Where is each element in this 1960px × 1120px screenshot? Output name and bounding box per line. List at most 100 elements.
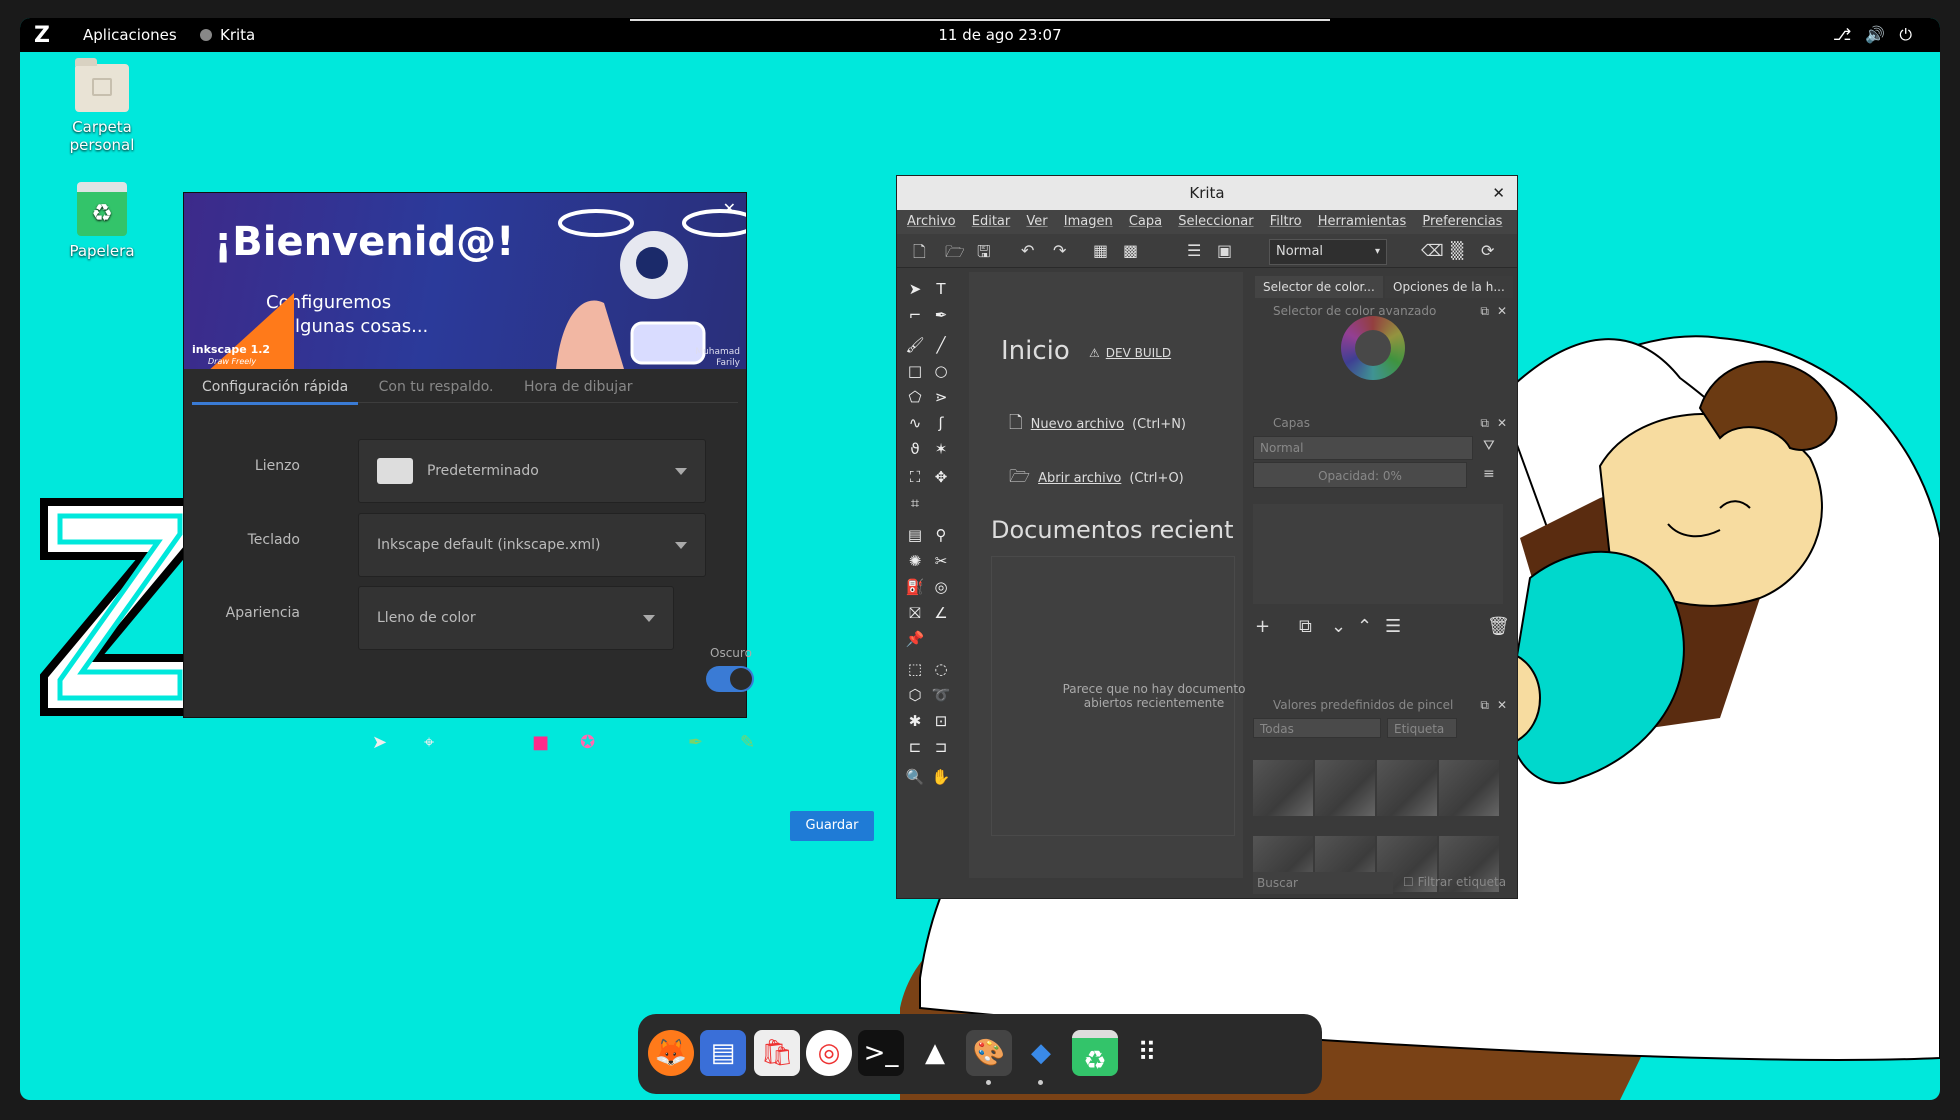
- duplicate-layer-icon[interactable]: ⧉: [1299, 616, 1312, 637]
- rect-select-icon[interactable]: ⬚: [905, 660, 925, 678]
- desktop-icon-home[interactable]: Carpeta personal: [42, 58, 162, 154]
- contiguous-select-icon[interactable]: ✱: [905, 712, 925, 730]
- firefox-icon[interactable]: 🦊: [648, 1030, 694, 1076]
- crop-tool-icon[interactable]: ⌗: [905, 494, 925, 512]
- volume-icon[interactable]: 🔊: [1865, 25, 1899, 44]
- color-wheel[interactable]: [1341, 316, 1405, 380]
- enclose-fill-icon[interactable]: ◎: [931, 578, 951, 596]
- menu-ver[interactable]: Ver: [1026, 214, 1047, 229]
- dev-build-link[interactable]: ⚠ DEV BUILD: [1089, 346, 1171, 360]
- eraser-icon[interactable]: ⌫: [1421, 241, 1444, 260]
- menu-seleccionar[interactable]: Seleccionar: [1178, 214, 1253, 229]
- close-icon[interactable]: ✕: [1492, 176, 1505, 210]
- move-tool-icon[interactable]: ✥: [931, 468, 951, 486]
- dock-controls[interactable]: ⧉✕: [1480, 696, 1515, 714]
- brush-preset[interactable]: [1439, 760, 1499, 816]
- network-icon[interactable]: ⎇: [1833, 25, 1865, 44]
- brush-filter-select[interactable]: Todas: [1253, 718, 1381, 738]
- measure-tool-icon[interactable]: ∠: [931, 604, 951, 622]
- pen-tool-icon[interactable]: ✒: [688, 732, 703, 753]
- filter-icon[interactable]: ⛛: [1483, 438, 1495, 454]
- canvas-select[interactable]: Predeterminado: [358, 439, 706, 503]
- opacity-slider[interactable]: Opacidad: 0%: [1253, 462, 1467, 488]
- move-up-icon[interactable]: ⌃: [1357, 616, 1372, 637]
- freehand-path-icon[interactable]: ʃ: [931, 414, 951, 432]
- menu-editar[interactable]: Editar: [972, 214, 1011, 229]
- polyline-tool-icon[interactable]: ⋗: [931, 388, 951, 406]
- layers-list[interactable]: [1253, 504, 1503, 604]
- reload-preset-icon[interactable]: ⟳: [1481, 241, 1494, 260]
- select-tool-icon[interactable]: ➤: [905, 280, 925, 298]
- brush-tag-select[interactable]: Etiqueta: [1387, 718, 1457, 738]
- open-folder-icon[interactable]: 🗁: [945, 241, 965, 268]
- layer-menu-icon[interactable]: ≡: [1483, 466, 1495, 482]
- ellipse-select-icon[interactable]: ◌: [931, 660, 951, 678]
- active-app-menu[interactable]: Krita: [200, 26, 255, 44]
- similar-select-icon[interactable]: ⊡: [931, 712, 951, 730]
- star-tool-icon[interactable]: ✪: [580, 732, 595, 753]
- redo-icon[interactable]: ↷: [1053, 241, 1066, 260]
- reference-tool-icon[interactable]: ⛝: [905, 604, 925, 622]
- select-tool-icon[interactable]: ➤: [372, 732, 387, 753]
- keyboard-select[interactable]: Inkscape default (inkscape.xml): [358, 513, 706, 577]
- delete-layer-icon[interactable]: 🗑: [1487, 616, 1510, 637]
- software-store-icon[interactable]: 🛍: [754, 1030, 800, 1076]
- tab-color-selector[interactable]: Selector de color...: [1255, 276, 1383, 298]
- menu-filtro[interactable]: Filtro: [1270, 214, 1302, 229]
- tab-quick-setup[interactable]: Configuración rápida: [192, 369, 359, 405]
- smart-patch-icon[interactable]: ✺: [905, 552, 925, 570]
- multibrush-icon[interactable]: ✶: [931, 440, 951, 458]
- gparted-icon[interactable]: ◆: [1018, 1030, 1064, 1076]
- krita-icon[interactable]: 🎨: [966, 1030, 1012, 1076]
- gradient-tool-icon[interactable]: ▤: [905, 526, 925, 544]
- dynamic-brush-icon[interactable]: ϑ: [905, 440, 925, 458]
- menu-preferencias[interactable]: Preferencias: [1422, 214, 1502, 229]
- dark-mode-toggle[interactable]: [706, 666, 754, 692]
- text-tool-icon[interactable]: T: [931, 280, 951, 298]
- new-document-icon[interactable]: 🗋: [913, 241, 926, 268]
- new-file-link[interactable]: 🗋 Nuevo archivo (Ctrl+N): [1009, 410, 1186, 439]
- system-tray[interactable]: ⎇🔊⏻: [1833, 25, 1926, 45]
- bezier-tool-icon[interactable]: ∿: [905, 414, 925, 432]
- color-picker-icon[interactable]: ⚲: [931, 526, 951, 544]
- open-file-link[interactable]: 🗁 Abrir archivo (Ctrl+O): [1009, 464, 1184, 493]
- ellipse-tool-icon[interactable]: ○: [931, 362, 951, 380]
- brush-settings-icon[interactable]: ☰: [1187, 241, 1201, 260]
- brush-preset[interactable]: [1377, 760, 1437, 816]
- assistant-tool-icon[interactable]: ✂: [931, 552, 951, 570]
- save-icon[interactable]: 🖫: [977, 241, 991, 268]
- dock-controls[interactable]: ⧉✕: [1480, 414, 1515, 432]
- desktop-icon-trash[interactable]: ♻ Papelera: [42, 182, 162, 260]
- fill-tool-icon[interactable]: ⛽: [905, 578, 925, 596]
- app-grid-icon[interactable]: ⠿: [1124, 1030, 1170, 1076]
- pencil-tool-icon[interactable]: ✎: [740, 732, 755, 753]
- inkscape-icon[interactable]: ▲: [912, 1030, 958, 1076]
- brush-search-input[interactable]: Buscar: [1253, 872, 1393, 894]
- menu-herramientas[interactable]: Herramientas: [1318, 214, 1407, 229]
- layer-blend-select[interactable]: Normal: [1253, 436, 1473, 460]
- gradient-icon[interactable]: ▦: [1093, 241, 1108, 260]
- edit-shapes-icon[interactable]: ⌐: [905, 306, 925, 324]
- blend-mode-select[interactable]: Normal ▾: [1269, 239, 1387, 265]
- pin-icon[interactable]: 📌: [905, 630, 925, 648]
- close-icon[interactable]: ✕: [723, 199, 736, 218]
- filter-tag-checkbox[interactable]: ☐ Filtrar etiqueta: [1403, 875, 1506, 889]
- dock-controls[interactable]: ⧉✕: [1480, 302, 1515, 320]
- alpha-lock-icon[interactable]: ▒: [1451, 241, 1463, 260]
- layer-properties-icon[interactable]: ☰: [1385, 616, 1401, 637]
- trash-icon[interactable]: ♻: [1072, 1030, 1118, 1076]
- node-tool-icon[interactable]: ⌖: [424, 732, 434, 753]
- polygon-tool-icon[interactable]: ⬠: [905, 388, 925, 406]
- applications-menu[interactable]: Aplicaciones: [83, 26, 177, 44]
- pattern-icon[interactable]: ▩: [1123, 241, 1138, 260]
- text-editor-icon[interactable]: ▤: [700, 1030, 746, 1076]
- polygon-select-icon[interactable]: ⬡: [905, 686, 925, 704]
- calligraphy-icon[interactable]: ✒: [931, 306, 951, 324]
- power-icon[interactable]: ⏻: [1899, 25, 1926, 44]
- line-tool-icon[interactable]: ╱: [931, 336, 951, 354]
- move-down-icon[interactable]: ⌄: [1331, 616, 1346, 637]
- brush-tool-icon[interactable]: 🖌: [905, 336, 925, 354]
- clock[interactable]: 11 de ago 23:07: [920, 26, 1080, 44]
- tab-draw[interactable]: Hora de dibujar: [514, 369, 643, 402]
- menu-capa[interactable]: Capa: [1129, 214, 1162, 229]
